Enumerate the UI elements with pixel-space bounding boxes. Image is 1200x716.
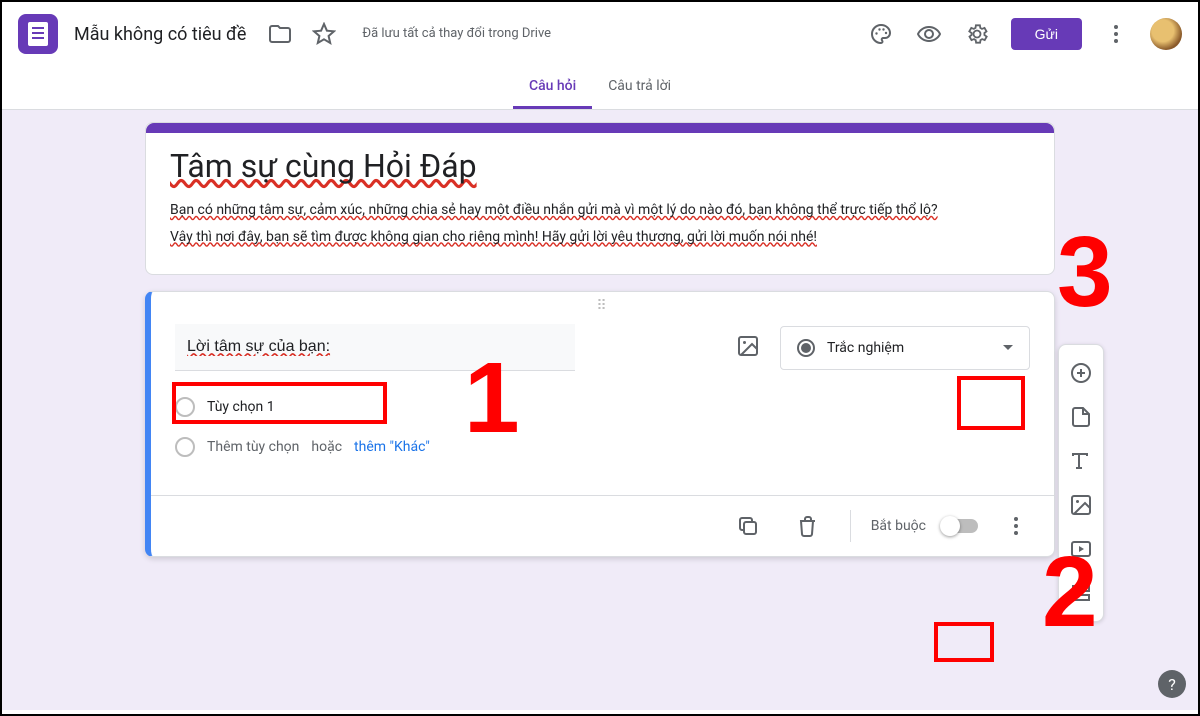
add-option-text[interactable]: Thêm tùy chọn — [207, 439, 299, 455]
duplicate-icon[interactable] — [728, 506, 768, 546]
help-icon[interactable]: ? — [1158, 670, 1186, 698]
option-radio-icon — [175, 397, 195, 417]
question-type-select[interactable]: Trắc nghiệm — [780, 326, 1030, 370]
question-title-input[interactable] — [175, 324, 575, 371]
option-label[interactable]: Tùy chọn 1 — [207, 399, 275, 415]
add-other-link[interactable]: thêm "Khác" — [354, 439, 430, 455]
side-toolbar — [1058, 344, 1104, 622]
delete-icon[interactable] — [788, 506, 828, 546]
add-section-icon[interactable] — [1061, 571, 1101, 615]
add-image-icon[interactable] — [1061, 483, 1101, 527]
app-header: Mẫu không có tiêu đề Đã lưu tất cả thay … — [2, 2, 1198, 66]
document-title[interactable]: Mẫu không có tiêu đề — [74, 24, 246, 45]
or-text: hoặc — [311, 439, 342, 455]
account-avatar[interactable] — [1150, 18, 1182, 50]
more-icon[interactable] — [1096, 14, 1136, 54]
form-description[interactable]: Bạn có những tâm sự, cảm xúc, những chia… — [170, 197, 1030, 250]
add-question-icon[interactable] — [1061, 351, 1101, 395]
question-card[interactable]: ⠿ Trắc nghiệm Tùy chọn 1 Thêm tùy chọn h… — [145, 291, 1055, 557]
option-radio-icon — [175, 437, 195, 457]
annotation-box-2 — [934, 622, 994, 662]
question-more-icon[interactable] — [996, 506, 1036, 546]
add-title-icon[interactable] — [1061, 439, 1101, 483]
question-type-label: Trắc nghiệm — [827, 340, 904, 356]
settings-icon[interactable] — [957, 14, 997, 54]
star-icon[interactable] — [304, 14, 344, 54]
add-video-icon[interactable] — [1061, 527, 1101, 571]
send-button[interactable]: Gửi — [1011, 18, 1082, 50]
import-questions-icon[interactable] — [1061, 395, 1101, 439]
palette-icon[interactable] — [861, 14, 901, 54]
form-header-card[interactable]: Tâm sự cùng Hỏi Đáp Bạn có những tâm sự,… — [145, 122, 1055, 275]
save-status: Đã lưu tất cả thay đổi trong Drive — [362, 26, 551, 43]
form-tabs: Câu hỏi Câu trả lời — [2, 66, 1198, 110]
drag-handle-icon[interactable]: ⠿ — [151, 292, 1054, 316]
add-image-icon[interactable] — [728, 326, 768, 370]
divider — [850, 510, 851, 542]
annotation-number-3: 3 — [1057, 222, 1113, 322]
forms-logo[interactable] — [18, 14, 58, 54]
tab-questions[interactable]: Câu hỏi — [513, 66, 592, 109]
add-option-row[interactable]: Thêm tùy chọn hoặc thêm "Khác" — [175, 427, 1030, 467]
required-label: Bắt buộc — [871, 518, 926, 534]
tab-responses[interactable]: Câu trả lời — [592, 66, 687, 109]
required-toggle[interactable] — [942, 519, 978, 533]
radio-icon — [797, 339, 815, 357]
option-row[interactable]: Tùy chọn 1 — [175, 387, 1030, 427]
chevron-down-icon — [1003, 345, 1013, 350]
form-title[interactable]: Tâm sự cùng Hỏi Đáp — [170, 147, 1030, 185]
folder-icon[interactable] — [260, 14, 300, 54]
form-canvas: Tâm sự cùng Hỏi Đáp Bạn có những tâm sự,… — [2, 110, 1198, 710]
preview-icon[interactable] — [909, 14, 949, 54]
